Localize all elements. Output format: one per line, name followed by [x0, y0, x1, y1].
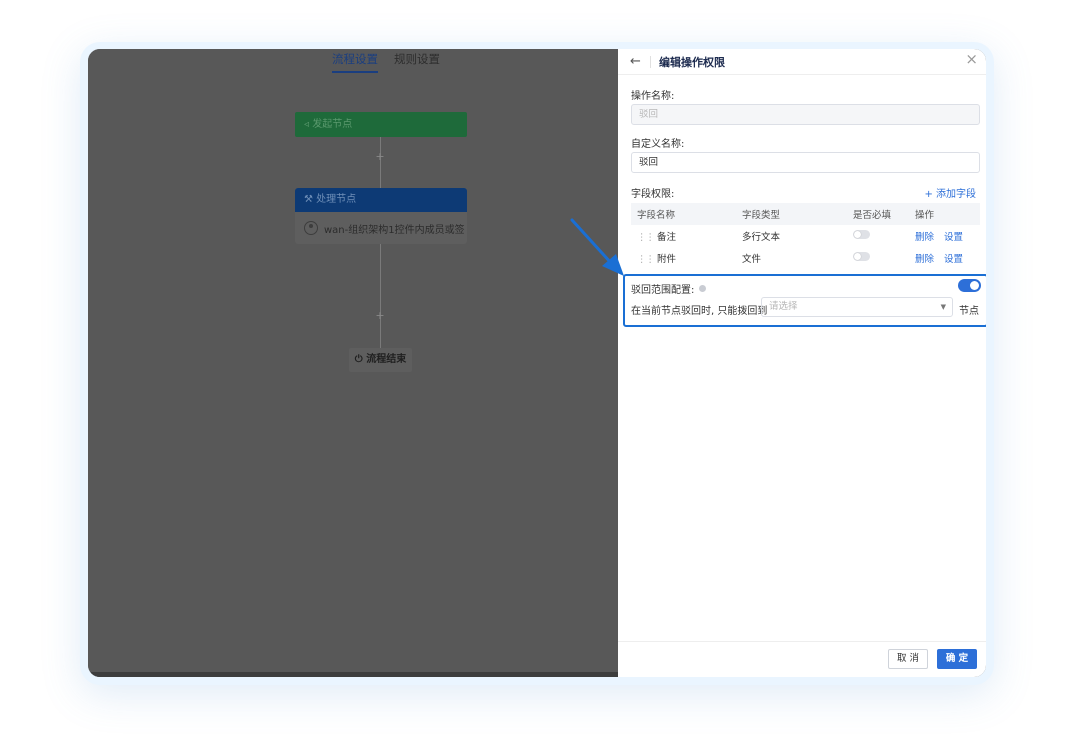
actions-cell: 删除 设置 — [915, 251, 980, 265]
field-type: 文件 — [742, 254, 762, 265]
power-icon: ⏻ — [354, 354, 367, 365]
wrench-icon: ⚒ — [304, 194, 317, 205]
tab-flow-settings[interactable]: 流程设置 — [332, 51, 378, 73]
reject-range-label: 驳回范围配置: — [631, 285, 695, 296]
select-placeholder: 请选择 — [769, 301, 798, 312]
column-header: 字段名称 — [637, 210, 676, 221]
header-divider — [650, 55, 651, 68]
required-cell — [853, 252, 915, 264]
add-node-button[interactable]: + — [374, 151, 386, 163]
user-icon — [304, 221, 318, 235]
table-row: ⋮⋮ 备注 多行文本 删除 设置 — [631, 225, 980, 247]
delete-link[interactable]: 删除 — [915, 251, 934, 265]
add-field-button[interactable]: + 添加字段 — [924, 185, 976, 200]
custom-name-input[interactable]: 驳回 — [631, 152, 980, 173]
reject-range-label-group: 驳回范围配置: — [631, 281, 707, 296]
caret-down-icon: ▼ — [940, 303, 946, 311]
end-node[interactable]: ⏻ 流程结束 — [349, 348, 412, 372]
flow-tabs: 流程设置 规则设置 — [332, 51, 440, 73]
info-icon[interactable] — [699, 285, 707, 292]
delete-link[interactable]: 删除 — [915, 229, 934, 243]
table-header: 字段名称 字段类型 是否必填 操作 — [631, 203, 980, 225]
table-row: ⋮⋮ 附件 文件 删除 设置 — [631, 247, 980, 269]
field-name: 附件 — [657, 254, 677, 265]
required-toggle[interactable] — [853, 230, 870, 239]
required-cell — [853, 230, 915, 242]
back-arrow-icon[interactable]: ← — [630, 54, 646, 69]
custom-name-label: 自定义名称: — [631, 139, 685, 150]
field-name-cell: ⋮⋮ 附件 — [631, 251, 742, 265]
drag-handle-icon[interactable]: ⋮⋮ — [637, 232, 655, 243]
field-permission-label: 字段权限: — [631, 189, 675, 200]
process-node-body: wan-组织架构1控件内成员或签 — [295, 212, 467, 244]
confirm-button[interactable]: 确 定 — [937, 649, 977, 669]
end-node-label: 流程结束 — [366, 354, 407, 365]
annotation-arrow-icon — [570, 218, 624, 276]
field-permission-table: 字段名称 字段类型 是否必填 操作 ⋮⋮ 备注 多行文本 删除 设置 ⋮⋮ 附件 文… — [631, 203, 980, 269]
operation-name-input: 驳回 — [631, 104, 980, 125]
actions-cell: 删除 设置 — [915, 229, 980, 243]
reject-node-select[interactable]: 请选择 ▼ — [761, 297, 953, 317]
settings-link[interactable]: 设置 — [944, 229, 963, 243]
required-toggle[interactable] — [853, 252, 870, 261]
app-window: 流程设置 规则设置 ◃ 发起节点 + ⚒ 处理节点 wan-组织架构1控件内成员… — [88, 49, 986, 677]
process-node[interactable]: ⚒ 处理节点 wan-组织架构1控件内成员或签 — [295, 188, 467, 244]
drag-handle-icon[interactable]: ⋮⋮ — [637, 254, 655, 265]
edit-permission-panel: ← 编辑操作权限 × 操作名称: 驳回 自定义名称: 驳回 字段权限: + 添加… — [618, 49, 986, 677]
operation-name-label: 操作名称: — [631, 91, 675, 102]
column-header: 是否必填 — [853, 210, 892, 221]
column-header: 操作 — [915, 210, 935, 221]
process-node-header: ⚒ 处理节点 — [295, 188, 467, 212]
settings-link[interactable]: 设置 — [944, 251, 963, 265]
reject-range-prefix: 在当前节点驳回时, 只能拨回到 — [631, 306, 768, 317]
panel-header: ← 编辑操作权限 × — [618, 49, 986, 75]
connector-line — [380, 244, 381, 348]
flow-canvas: 流程设置 规则设置 ◃ 发起节点 + ⚒ 处理节点 wan-组织架构1控件内成员… — [88, 49, 618, 677]
close-icon[interactable]: × — [965, 50, 978, 68]
column-header: 字段类型 — [742, 210, 781, 221]
start-node[interactable]: ◃ 发起节点 — [295, 112, 467, 137]
send-icon: ◃ — [304, 119, 313, 130]
reject-range-suffix: 节点 — [959, 306, 979, 317]
process-node-label: 处理节点 — [316, 194, 357, 205]
process-node-member: wan-组织架构1控件内成员或签 — [324, 224, 465, 236]
add-node-button[interactable]: + — [374, 310, 386, 322]
start-node-label: 发起节点 — [312, 119, 353, 130]
field-name-cell: ⋮⋮ 备注 — [631, 229, 742, 243]
field-name: 备注 — [657, 232, 677, 243]
panel-footer: 取 消 确 定 — [618, 641, 986, 677]
canvas-bottom-bar — [88, 672, 618, 677]
panel-title: 编辑操作权限 — [659, 55, 725, 69]
cancel-button[interactable]: 取 消 — [888, 649, 928, 669]
tab-rule-settings[interactable]: 规则设置 — [394, 51, 440, 73]
field-type: 多行文本 — [742, 232, 781, 243]
reject-range-toggle[interactable] — [958, 279, 981, 292]
